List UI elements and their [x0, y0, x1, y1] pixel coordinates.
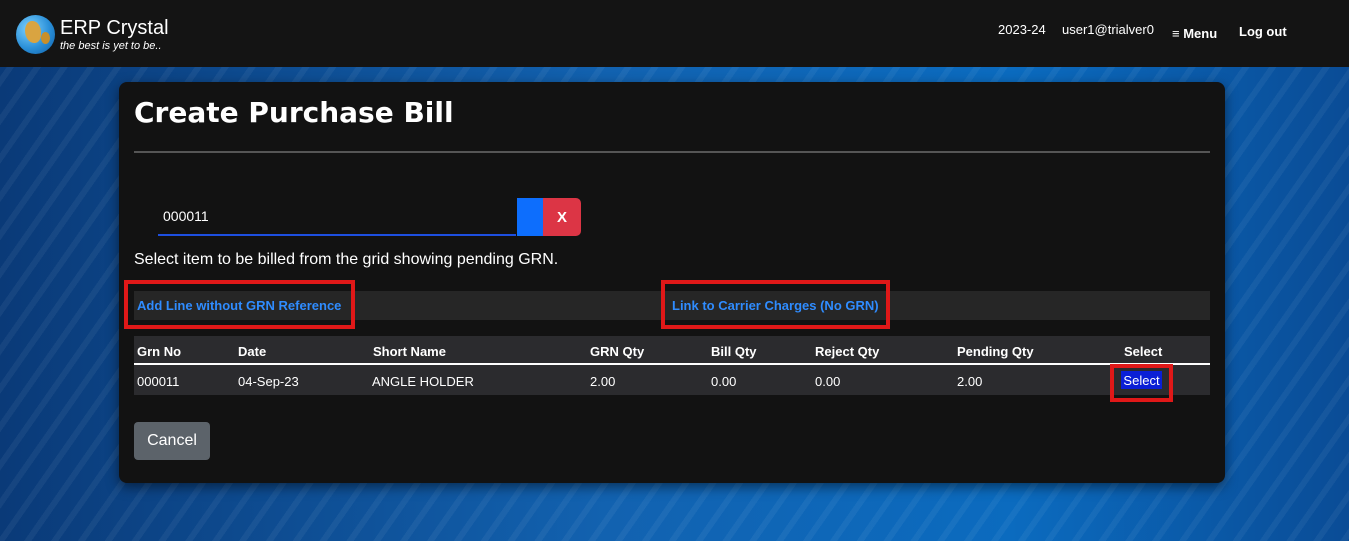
cell-date: 04-Sep-23: [238, 374, 299, 389]
app-name: ERP Crystal: [60, 17, 169, 39]
column-header-grn-qty: GRN Qty: [590, 344, 645, 359]
pending-grn-grid: Grn No Date Short Name GRN Qty Bill Qty …: [134, 336, 1210, 395]
column-header-short-name: Short Name: [373, 344, 446, 359]
table-row: 000011 04-Sep-23 ANGLE HOLDER 2.00 0.00 …: [134, 365, 1210, 395]
column-header-reject-qty: Reject Qty: [815, 344, 880, 359]
clear-button[interactable]: X: [543, 198, 581, 236]
cell-short-name: ANGLE HOLDER: [372, 374, 474, 389]
page-title: Create Purchase Bill: [134, 96, 454, 129]
logout-link[interactable]: Log out: [1239, 24, 1287, 39]
cell-reject-qty: 0.00: [815, 374, 841, 389]
cell-pending-qty: 2.00: [957, 374, 983, 389]
highlight-box: [661, 280, 890, 329]
grid-header-row: Grn No Date Short Name GRN Qty Bill Qty …: [134, 336, 1210, 365]
cell-grn-no: 000011: [137, 374, 180, 389]
highlight-box: [124, 280, 355, 329]
column-header-pending-qty: Pending Qty: [957, 344, 1034, 359]
app-tagline: the best is yet to be..: [60, 40, 162, 52]
column-header-bill-qty: Bill Qty: [711, 344, 757, 359]
purchase-bill-card: Create Purchase Bill X Select item to be…: [119, 82, 1225, 483]
highlight-box: [1110, 364, 1173, 402]
cell-grn-qty: 2.00: [590, 374, 616, 389]
column-header-select: Select: [1124, 344, 1163, 359]
column-header-grn-no: Grn No: [137, 344, 182, 359]
grn-number-input[interactable]: [158, 198, 516, 236]
menu-button[interactable]: ≡ Menu: [1172, 26, 1217, 41]
cell-bill-qty: 0.00: [711, 374, 737, 389]
top-navbar: ERP Crystal the best is yet to be.. 2023…: [0, 0, 1349, 67]
user-name[interactable]: user1@trialver0: [1062, 22, 1154, 37]
fiscal-year[interactable]: 2023-24: [998, 22, 1046, 37]
search-button[interactable]: [517, 198, 543, 236]
column-header-date: Date: [238, 344, 267, 359]
globe-logo-icon: [16, 15, 55, 54]
divider: [134, 151, 1210, 153]
cancel-button[interactable]: Cancel: [134, 422, 210, 460]
instructions-text: Select item to be billed from the grid s…: [134, 251, 559, 268]
